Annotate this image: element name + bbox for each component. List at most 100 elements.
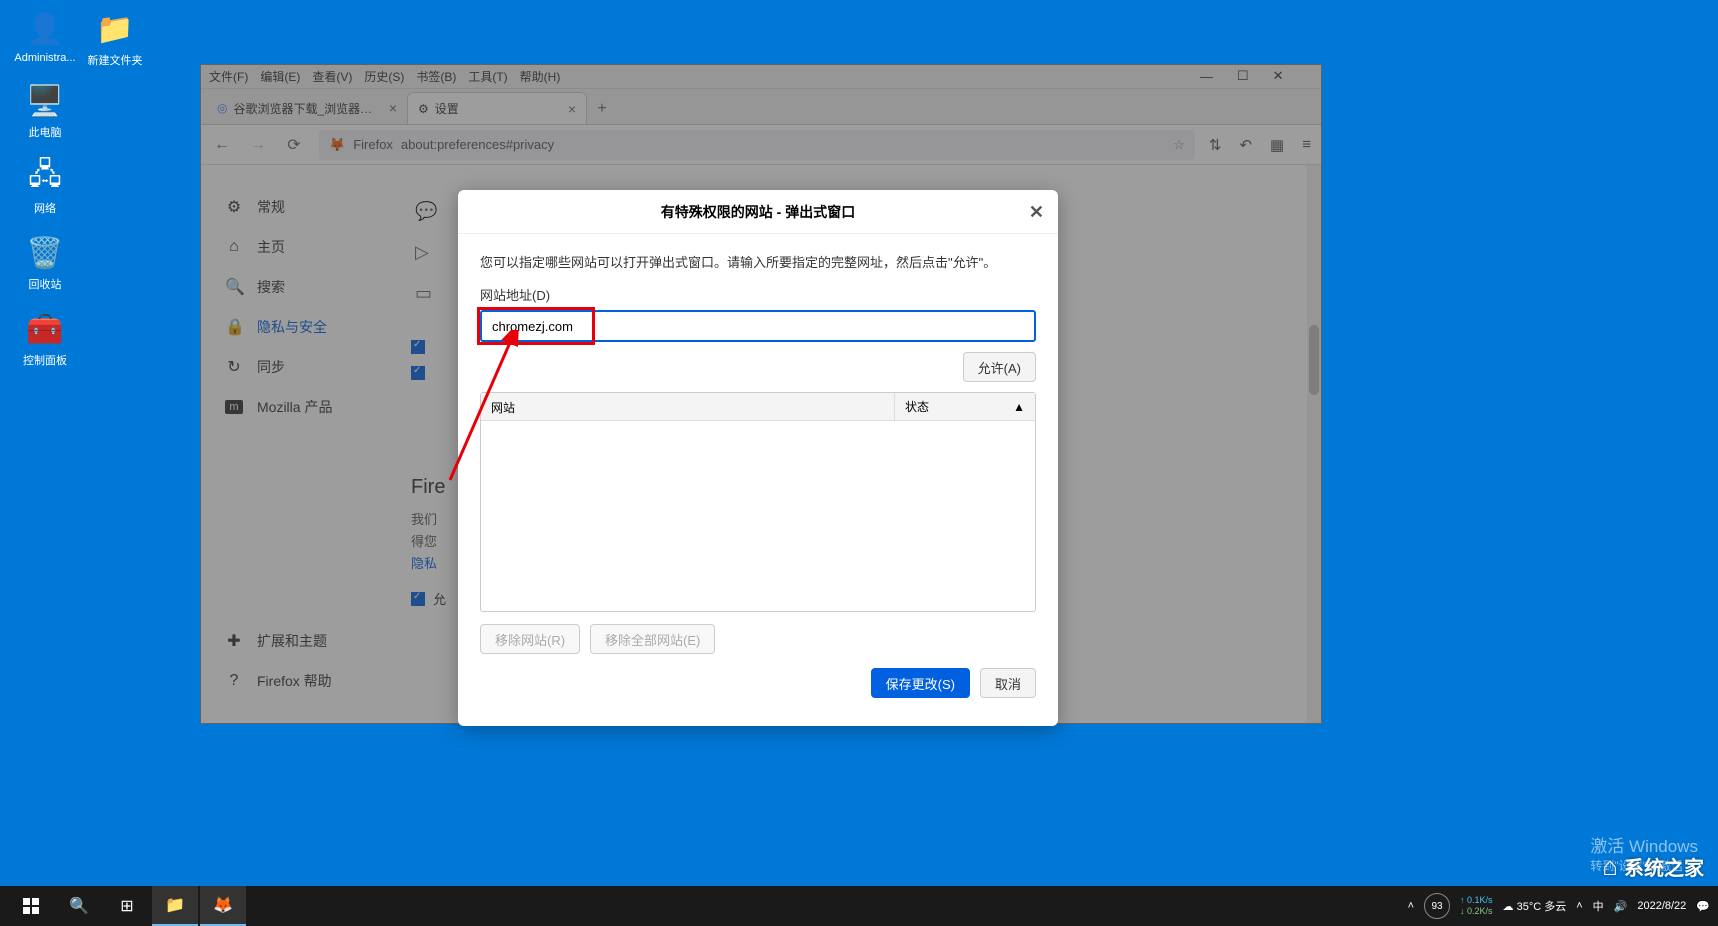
remove-site-button[interactable]: 移除网站(R): [480, 624, 580, 654]
search-icon: 🔍: [225, 277, 243, 297]
sidebar-item-general[interactable]: ⚙ 常规: [211, 189, 401, 225]
sidebar-item-label: 常规: [257, 197, 285, 217]
back-button[interactable]: ←: [211, 134, 233, 156]
sidebar-item-help[interactable]: ? Firefox 帮助: [211, 663, 401, 699]
apps-icon[interactable]: ▦: [1270, 136, 1284, 154]
sidebar-item-label: 搜索: [257, 277, 285, 297]
ime-icon[interactable]: 中: [1593, 898, 1604, 914]
scrollbar[interactable]: [1307, 165, 1321, 723]
close-window-button[interactable]: ✕: [1273, 68, 1284, 84]
menu-history[interactable]: 历史(S): [364, 68, 404, 85]
house-icon: ⌂: [1602, 851, 1618, 882]
website-url-input[interactable]: [480, 310, 1036, 342]
dialog-header: 有特殊权限的网站 - 弹出式窗口 ✕: [458, 190, 1058, 234]
menu-bookmarks[interactable]: 书签(B): [416, 68, 456, 85]
menu-tools[interactable]: 工具(T): [468, 68, 507, 85]
trash-icon: 🗑️: [26, 234, 64, 272]
column-header-site[interactable]: 网站: [481, 393, 895, 420]
library-icon[interactable]: ↶: [1239, 136, 1252, 154]
exceptions-table: 网站 状态▲: [480, 392, 1036, 612]
maximize-button[interactable]: ☐: [1237, 68, 1249, 84]
file-explorer-taskbar[interactable]: 📁: [152, 886, 198, 926]
sync-icon: ↻: [225, 357, 243, 377]
desktop-icon-recycle-bin[interactable]: 🗑️ 回收站: [10, 234, 80, 292]
search-button[interactable]: 🔍: [56, 886, 102, 926]
tab-close-icon[interactable]: ×: [389, 100, 397, 116]
desktop-icon-label: 控制面板: [23, 352, 67, 368]
task-view-button[interactable]: ⊞: [104, 886, 150, 926]
bookmark-star-icon[interactable]: ☆: [1173, 137, 1185, 153]
tab-close-icon[interactable]: ×: [568, 101, 576, 117]
sidebar-item-privacy[interactable]: 🔒隐私与安全: [211, 309, 401, 345]
new-tab-button[interactable]: +: [587, 94, 617, 124]
desktop-icon-network[interactable]: 🖧网络: [10, 158, 80, 216]
column-header-status[interactable]: 状态▲: [895, 393, 1035, 420]
firefox-taskbar[interactable]: 🦊: [200, 886, 246, 926]
desktop-icon-new-folder[interactable]: 📁 新建文件夹: [80, 10, 150, 68]
gear-icon: ⚙: [225, 197, 243, 217]
extensions-icon[interactable]: ⇅: [1209, 136, 1222, 154]
user-icon: 👤: [26, 10, 64, 48]
sidebar-item-label: 主页: [257, 237, 285, 257]
url-bar[interactable]: 🦊 Firefox about:preferences#privacy ☆: [319, 130, 1195, 160]
tray-chevron-icon[interactable]: ˄: [1576, 900, 1582, 912]
notifications-icon[interactable]: 💬: [1696, 900, 1710, 913]
desktop-icon-label: 回收站: [29, 276, 62, 292]
sidebar-item-label: Firefox 帮助: [257, 671, 332, 691]
sidebar-item-extensions[interactable]: ✚扩展和主题: [211, 623, 401, 659]
tab-bar: ◎ 谷歌浏览器下载_浏览器官网入 × ⚙ 设置 × +: [201, 89, 1321, 125]
tab-chrome-download[interactable]: ◎ 谷歌浏览器下载_浏览器官网入 ×: [207, 92, 407, 124]
toolbar: ← → ⟳ 🦊 Firefox about:preferences#privac…: [201, 125, 1321, 165]
sidebar-item-label: 隐私与安全: [257, 317, 327, 337]
popup-exceptions-dialog: 有特殊权限的网站 - 弹出式窗口 ✕ 您可以指定哪些网站可以打开弹出式窗口。请输…: [458, 190, 1058, 726]
menu-file[interactable]: 文件(F): [209, 68, 248, 85]
scrollbar-thumb[interactable]: [1309, 325, 1319, 395]
allow-button[interactable]: 允许(A): [963, 352, 1036, 382]
date-display[interactable]: 2022/8/22: [1637, 900, 1686, 912]
menubar: 文件(F) 编辑(E) 查看(V) 历史(S) 书签(B) 工具(T) 帮助(H…: [201, 65, 1321, 89]
remove-all-sites-button[interactable]: 移除全部网站(E): [590, 624, 715, 654]
monitor-icon: 🖥️: [26, 82, 64, 120]
tab-title: 谷歌浏览器下载_浏览器官网入: [233, 100, 382, 117]
menu-icon[interactable]: ≡: [1302, 136, 1311, 153]
desktop-icon-control-panel[interactable]: 🧰控制面板: [10, 310, 80, 368]
help-icon: ?: [225, 672, 243, 690]
desktop-icons-column-1: 👤Administra... 🖥️ 此电脑 🖧网络 🗑️ 回收站 🧰控制面板: [10, 10, 80, 368]
desktop-icon-label: 此电脑: [29, 124, 62, 140]
dialog-description: 您可以指定哪些网站可以打开弹出式窗口。请输入所要指定的完整网址，然后点击"允许"…: [480, 252, 1036, 271]
site-watermark-logo: ⌂ 系统之家: [1602, 851, 1704, 882]
menu-help[interactable]: 帮助(H): [520, 68, 561, 85]
forward-button[interactable]: →: [247, 134, 269, 156]
desktop-icon-label: 新建文件夹: [88, 52, 143, 68]
checkbox[interactable]: [411, 366, 425, 380]
dialog-close-button[interactable]: ✕: [1029, 202, 1044, 223]
weather-widget[interactable]: ☁ 35°C 多云: [1503, 898, 1567, 914]
folder-icon: 📁: [96, 10, 134, 48]
battery-indicator[interactable]: 93: [1424, 893, 1450, 919]
tab-settings[interactable]: ⚙ 设置 ×: [407, 92, 587, 124]
tab-title: 设置: [435, 100, 459, 117]
desktop-icon-this-pc[interactable]: 🖥️ 此电脑: [10, 82, 80, 140]
reload-button[interactable]: ⟳: [283, 134, 305, 156]
sidebar-item-home[interactable]: ⌂主页: [211, 229, 401, 265]
sidebar-item-label: 扩展和主题: [257, 631, 327, 651]
save-changes-button[interactable]: 保存更改(S): [871, 668, 970, 698]
mozilla-icon: m: [225, 400, 243, 414]
desktop-icon-administrator[interactable]: 👤Administra...: [10, 10, 80, 64]
toolbar-right: ⇅ ↶ ▦ ≡: [1209, 136, 1311, 154]
volume-icon[interactable]: 🔊: [1614, 900, 1628, 913]
windows-icon: [23, 898, 39, 914]
tray-chevron-icon[interactable]: ˄: [1408, 900, 1414, 912]
sidebar-item-sync[interactable]: ↻同步: [211, 349, 401, 385]
sidebar-item-mozilla[interactable]: mMozilla 产品: [211, 389, 401, 425]
checkbox[interactable]: [411, 592, 425, 606]
menu-edit[interactable]: 编辑(E): [260, 68, 300, 85]
taskbar: 🔍 ⊞ 📁 🦊 ˄ 93 ↑ 0.1K/s ↓ 0.2K/s ☁ 35°C 多云…: [0, 886, 1718, 926]
sidebar-item-search[interactable]: 🔍 搜索: [211, 269, 401, 305]
checkbox[interactable]: [411, 340, 425, 354]
start-button[interactable]: [8, 886, 54, 926]
menu-view[interactable]: 查看(V): [312, 68, 352, 85]
chrome-icon: ◎: [217, 101, 227, 115]
cancel-button[interactable]: 取消: [980, 668, 1036, 698]
minimize-button[interactable]: —: [1200, 69, 1213, 84]
